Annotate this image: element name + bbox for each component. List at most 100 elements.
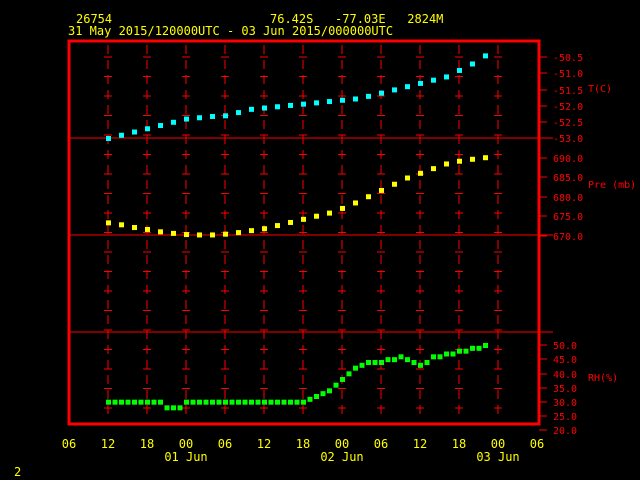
x-tick-label: 12	[101, 437, 115, 451]
data-point	[444, 74, 449, 80]
data-point	[262, 226, 267, 232]
data-point	[379, 90, 384, 96]
data-point	[210, 232, 215, 238]
data-point	[112, 399, 118, 405]
data-point	[398, 354, 404, 360]
data-point	[444, 161, 449, 167]
data-point	[203, 399, 209, 405]
data-point	[424, 360, 430, 365]
x-tick-label: 06	[530, 437, 544, 451]
data-point	[483, 53, 488, 59]
panel-name: T(C)	[588, 84, 612, 95]
data-point	[119, 132, 124, 138]
data-point	[210, 399, 215, 405]
data-point	[281, 399, 287, 405]
data-point	[405, 175, 410, 181]
data-point	[314, 394, 319, 399]
data-point	[359, 362, 365, 368]
data-point	[236, 110, 241, 116]
data-point	[210, 113, 215, 119]
data-point	[333, 382, 339, 388]
x-tick-label: 00	[491, 437, 505, 451]
data-point	[132, 399, 137, 405]
data-point	[145, 399, 150, 405]
data-point	[392, 87, 397, 93]
y-tick-label: 690.0	[553, 154, 583, 165]
data-point	[476, 345, 482, 351]
data-point	[216, 399, 222, 405]
y-tick-label: 680.0	[553, 193, 583, 204]
data-point	[190, 399, 196, 405]
y-tick-label: 45.0	[553, 355, 577, 366]
data-point	[353, 96, 358, 102]
data-point	[301, 216, 306, 222]
data-point	[366, 194, 371, 200]
data-point	[346, 371, 352, 377]
data-point	[418, 362, 423, 368]
x-tick-label: 18	[452, 437, 466, 451]
data-point	[158, 123, 163, 129]
data-point	[418, 80, 423, 86]
y-tick-label: 685.0	[553, 173, 583, 184]
y-tick-label: 30.0	[553, 398, 577, 409]
data-point	[229, 399, 235, 405]
data-point	[236, 230, 241, 236]
y-tick-label: 50.0	[553, 341, 577, 352]
data-point	[450, 351, 456, 357]
data-point	[255, 399, 261, 405]
y-tick-label: -52.0	[553, 102, 583, 113]
data-point	[197, 232, 202, 238]
data-point	[379, 360, 384, 365]
data-point	[431, 354, 436, 360]
data-point	[268, 399, 274, 405]
data-point	[106, 399, 111, 405]
data-point	[223, 113, 228, 119]
data-point	[431, 166, 436, 172]
x-tick-label: 18	[296, 437, 310, 451]
data-point	[171, 230, 176, 236]
y-tick-label: -53.0	[553, 134, 583, 145]
data-point	[119, 222, 124, 228]
data-point	[171, 119, 176, 125]
y-tick-label: -51.5	[553, 86, 583, 97]
data-point	[392, 357, 397, 363]
data-point	[275, 223, 280, 229]
y-tick-label: 40.0	[553, 370, 577, 381]
data-point	[385, 357, 391, 363]
data-point	[437, 354, 443, 360]
data-point	[418, 170, 423, 176]
data-point	[184, 232, 189, 238]
y-tick-label: 670.0	[553, 232, 583, 243]
x-tick-label: 06	[218, 437, 232, 451]
data-point	[275, 104, 280, 110]
y-tick-label: 35.0	[553, 384, 577, 395]
data-point	[411, 360, 417, 365]
data-point	[223, 231, 228, 237]
data-point	[327, 210, 332, 216]
data-point	[158, 229, 163, 235]
data-point	[301, 101, 306, 107]
data-point	[288, 399, 293, 405]
data-point	[249, 228, 254, 234]
y-tick-label: -51.0	[553, 69, 583, 80]
data-point	[177, 405, 183, 411]
x-date-label: 03 Jun	[476, 450, 519, 464]
data-point	[106, 220, 111, 226]
data-point	[353, 200, 358, 206]
data-point	[379, 187, 384, 193]
data-point	[457, 348, 462, 354]
data-point	[294, 399, 300, 405]
data-point	[470, 345, 475, 351]
data-point	[405, 84, 410, 90]
data-point	[223, 399, 228, 405]
data-point	[288, 102, 293, 108]
data-point	[132, 225, 137, 231]
y-tick-label: 20.0	[553, 426, 577, 437]
data-point	[372, 360, 378, 365]
data-point	[457, 158, 462, 164]
data-point	[483, 343, 488, 348]
data-point	[288, 219, 293, 225]
meteogram-chart: 06 12 18 00 06 12 18 00 06 12 18 00 06 01 Jun 02 Jun 03…	[62, 39, 636, 464]
data-point	[262, 399, 267, 405]
page-number: 2	[14, 465, 22, 479]
